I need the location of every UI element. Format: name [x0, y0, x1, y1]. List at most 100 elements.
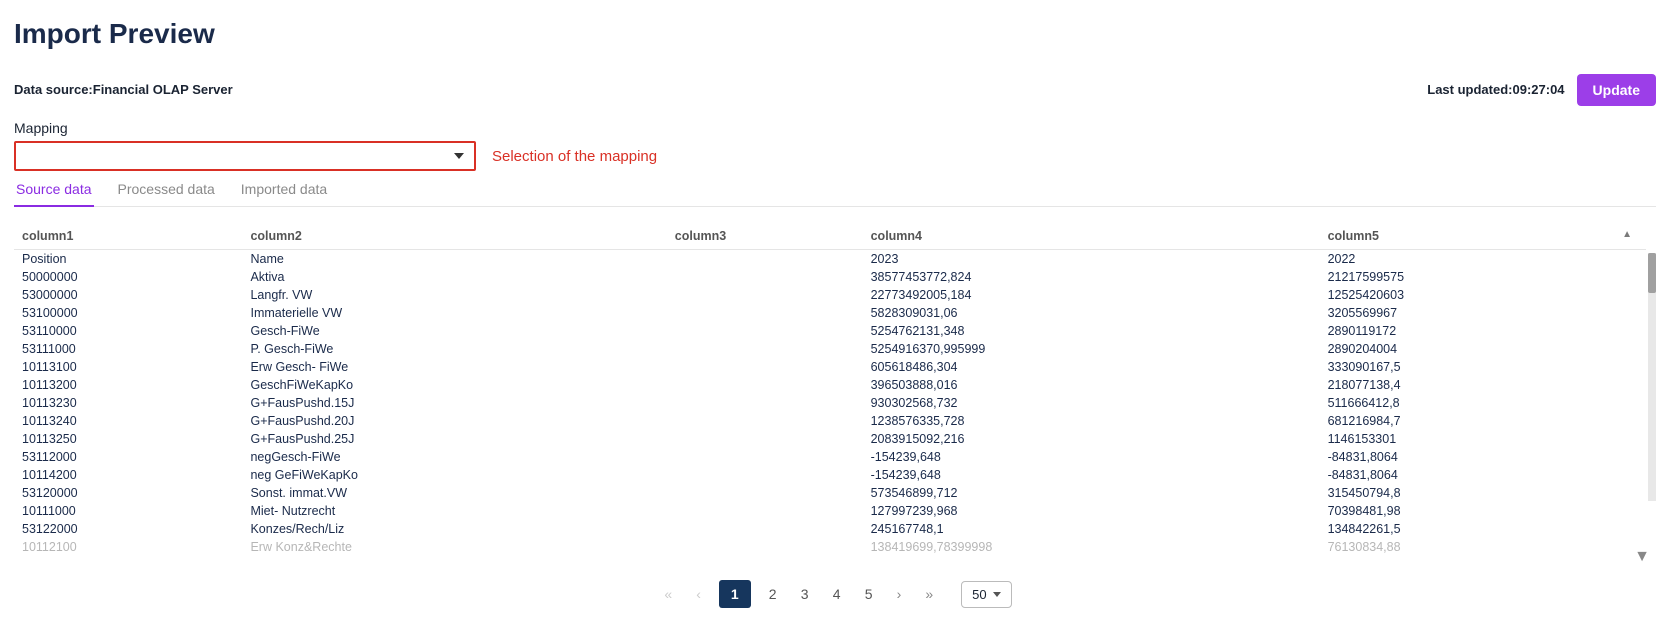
table-cell	[667, 484, 863, 502]
table-cell: 573546899,712	[863, 484, 1320, 502]
table-cell: 53100000	[14, 304, 242, 322]
pagination-last[interactable]: »	[919, 582, 939, 606]
table-row[interactable]: 50000000Aktiva38577453772,82421217599575	[14, 268, 1646, 286]
table-row[interactable]: 10113240G+FausPushd.20J1238576335,728681…	[14, 412, 1646, 430]
table-cell: 10113250	[14, 430, 242, 448]
table-cell: 127997239,968	[863, 502, 1320, 520]
last-updated-value: 09:27:04	[1513, 82, 1565, 97]
pagination-page-3[interactable]: 3	[795, 582, 815, 606]
table-row[interactable]: 53111000P. Gesch-FiWe5254916370,99599928…	[14, 340, 1646, 358]
table-cell: Name	[242, 250, 666, 269]
table-cell: 22773492005,184	[863, 286, 1320, 304]
table-cell	[667, 412, 863, 430]
table-cell: neg GeFiWeKapKo	[242, 466, 666, 484]
table-cell: 2022	[1320, 250, 1646, 269]
table-cell: P. Gesch-FiWe	[242, 340, 666, 358]
table-cell: 396503888,016	[863, 376, 1320, 394]
table-cell: 2023	[863, 250, 1320, 269]
chevron-down-icon	[454, 153, 464, 159]
table-wrap: column1 column2 column3 column4 column5▲…	[14, 223, 1656, 556]
page-size-value: 50	[972, 587, 986, 602]
column-header-2[interactable]: column2	[242, 223, 666, 250]
pagination-page-2[interactable]: 2	[763, 582, 783, 606]
mapping-select[interactable]	[14, 141, 476, 171]
table-cell: 10113200	[14, 376, 242, 394]
table-cell: 10111000	[14, 502, 242, 520]
table-cell	[667, 358, 863, 376]
header-right: Last updated:09:27:04 Update	[1427, 74, 1656, 106]
table-cell: 134842261,5	[1320, 520, 1646, 538]
table-row[interactable]: 10113200GeschFiWeKapKo396503888,01621807…	[14, 376, 1646, 394]
table-cell: Immaterielle VW	[242, 304, 666, 322]
mapping-annotation: Selection of the mapping	[492, 148, 657, 165]
table-cell: GeschFiWeKapKo	[242, 376, 666, 394]
table-cell: Gesch-FiWe	[242, 322, 666, 340]
table-cell: 38577453772,824	[863, 268, 1320, 286]
pagination: « ‹ 1 2 3 4 5 › » 50	[14, 580, 1656, 608]
column-header-4[interactable]: column4	[863, 223, 1320, 250]
tabs: Source data Processed data Imported data	[14, 175, 1656, 207]
table-cell: 10112100	[14, 538, 242, 556]
pagination-prev[interactable]: ‹	[690, 582, 707, 606]
table-cell: 12525420603	[1320, 286, 1646, 304]
column-header-5[interactable]: column5▲	[1320, 223, 1646, 250]
table-cell: 5254916370,995999	[863, 340, 1320, 358]
table-cell	[667, 466, 863, 484]
column-header-1[interactable]: column1	[14, 223, 242, 250]
vertical-scrollbar[interactable]	[1648, 253, 1656, 501]
data-table: column1 column2 column3 column4 column5▲…	[14, 223, 1646, 556]
table-row[interactable]: 53110000Gesch-FiWe5254762131,34828901191…	[14, 322, 1646, 340]
table-row[interactable]: 10113250G+FausPushd.25J2083915092,216114…	[14, 430, 1646, 448]
table-cell: 50000000	[14, 268, 242, 286]
table-cell: 2083915092,216	[863, 430, 1320, 448]
pagination-page-5[interactable]: 5	[859, 582, 879, 606]
data-source-label: Data source:	[14, 82, 93, 97]
table-cell: Konzes/Rech/Liz	[242, 520, 666, 538]
page-size-select[interactable]: 50	[961, 581, 1011, 608]
table-cell: 10113230	[14, 394, 242, 412]
table-cell: G+FausPushd.20J	[242, 412, 666, 430]
table-row[interactable]: 10111000Miet- Nutzrecht127997239,9687039…	[14, 502, 1646, 520]
table-cell	[667, 394, 863, 412]
table-cell	[667, 520, 863, 538]
table-cell: 315450794,8	[1320, 484, 1646, 502]
table-cell: Sonst. immat.VW	[242, 484, 666, 502]
table-row[interactable]: 10113100Erw Gesch- FiWe605618486,3043330…	[14, 358, 1646, 376]
table-row[interactable]: 53000000Langfr. VW22773492005,1841252542…	[14, 286, 1646, 304]
pagination-next[interactable]: ›	[891, 582, 908, 606]
table-cell: 245167748,1	[863, 520, 1320, 538]
tab-source-data[interactable]: Source data	[14, 175, 94, 207]
tab-processed-data[interactable]: Processed data	[116, 175, 217, 206]
table-row[interactable]: 53120000Sonst. immat.VW573546899,7123154…	[14, 484, 1646, 502]
tab-imported-data[interactable]: Imported data	[239, 175, 329, 206]
table-cell: 5828309031,06	[863, 304, 1320, 322]
table-cell: G+FausPushd.15J	[242, 394, 666, 412]
table-cell: 511666412,8	[1320, 394, 1646, 412]
table-row[interactable]: 10113230G+FausPushd.15J930302568,7325116…	[14, 394, 1646, 412]
mapping-row: Selection of the mapping	[14, 141, 1656, 171]
sort-up-icon[interactable]: ▲	[1622, 229, 1638, 240]
table-cell: Erw Konz&Rechte	[242, 538, 666, 556]
table-row[interactable]: 53112000negGesch-FiWe-154239,648-84831,8…	[14, 448, 1646, 466]
table-row[interactable]: 53122000Konzes/Rech/Liz245167748,1134842…	[14, 520, 1646, 538]
table-cell: 70398481,98	[1320, 502, 1646, 520]
pagination-first[interactable]: «	[658, 582, 678, 606]
table-row[interactable]: 53100000Immaterielle VW5828309031,063205…	[14, 304, 1646, 322]
scrollbar-thumb[interactable]	[1648, 253, 1656, 293]
column-header-3[interactable]: column3	[667, 223, 863, 250]
table-cell: 2890119172	[1320, 322, 1646, 340]
table-row[interactable]: 10112100Erw Konz&Rechte138419699,7839999…	[14, 538, 1646, 556]
pagination-page-1[interactable]: 1	[719, 580, 751, 608]
table-cell	[667, 322, 863, 340]
table-cell: 53000000	[14, 286, 242, 304]
table-cell	[667, 502, 863, 520]
table-cell: -84831,8064	[1320, 466, 1646, 484]
last-updated: Last updated:09:27:04	[1427, 81, 1564, 99]
table-cell: Aktiva	[242, 268, 666, 286]
table-cell: Erw Gesch- FiWe	[242, 358, 666, 376]
table-cell: 53110000	[14, 322, 242, 340]
table-row[interactable]: PositionName20232022	[14, 250, 1646, 269]
pagination-page-4[interactable]: 4	[827, 582, 847, 606]
table-row[interactable]: 10114200neg GeFiWeKapKo-154239,648-84831…	[14, 466, 1646, 484]
update-button[interactable]: Update	[1577, 74, 1656, 106]
